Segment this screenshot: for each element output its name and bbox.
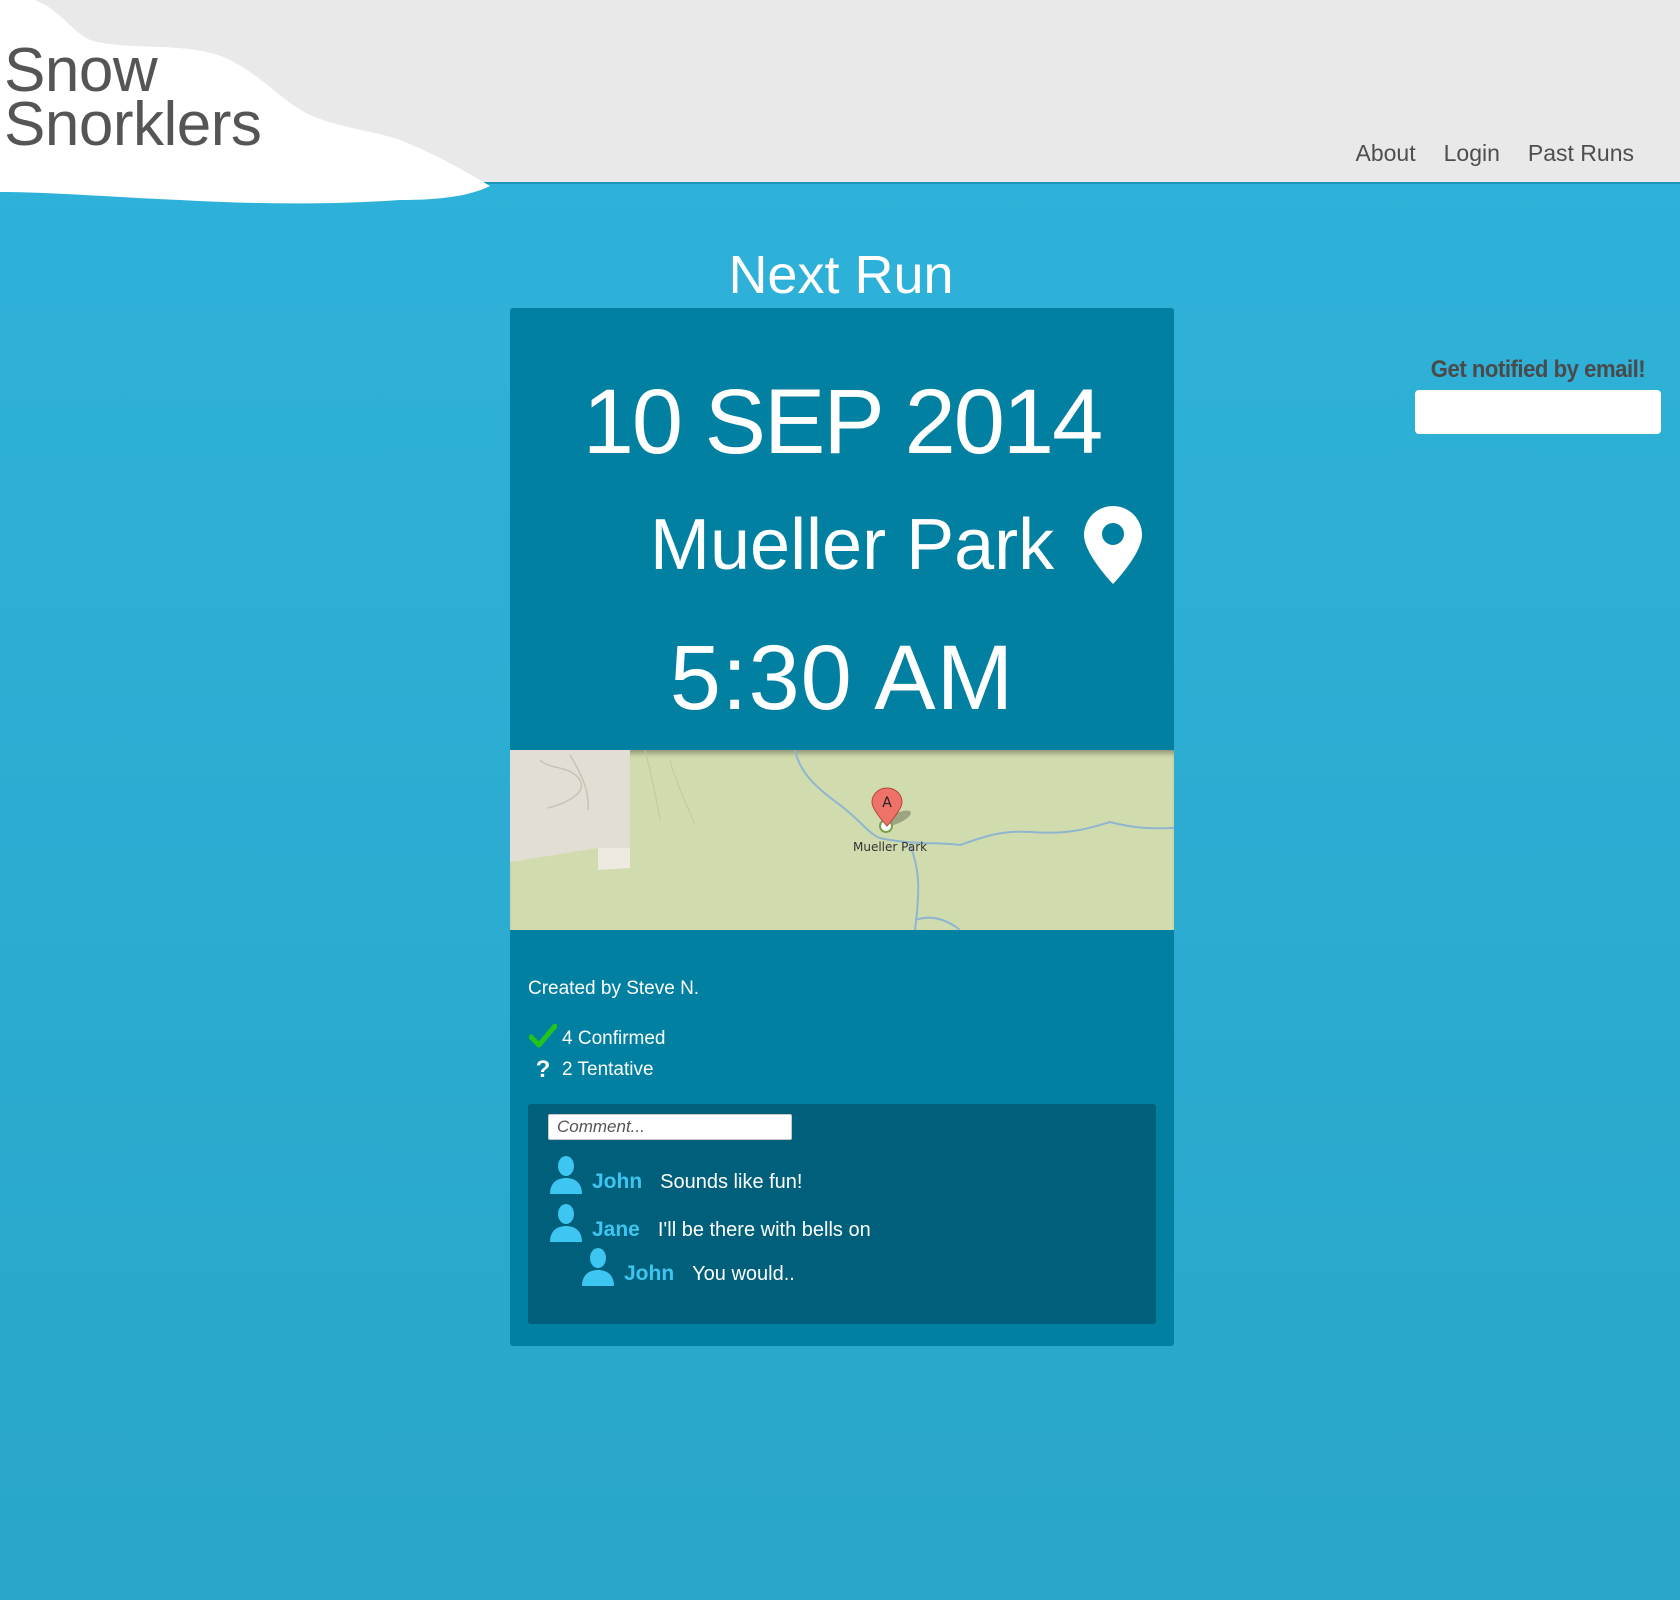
comments-panel: John Sounds like fun! Jane I'll be there… [528, 1104, 1156, 1324]
next-run-card: 10 SEP 2014 Mueller Park 5:30 AM A Muell… [510, 308, 1174, 1346]
checkmark-icon [528, 1023, 558, 1054]
map-graphic: A [510, 750, 1174, 930]
email-notify-widget: Get notified by email! [1415, 356, 1661, 434]
main-nav: About Login Past Runs [1356, 140, 1635, 167]
logo-line-2: Snorklers [4, 90, 262, 159]
comment-author[interactable]: John [624, 1262, 674, 1286]
confirmed-label: 4 Confirmed [562, 1028, 666, 1049]
run-date: 10 SEP 2014 [582, 371, 1104, 473]
map-place-label: Mueller Park [853, 840, 928, 854]
run-creator: Created by Steve N. [528, 978, 700, 999]
run-location: Mueller Park [650, 504, 1144, 586]
question-mark-icon: ? [535, 1056, 551, 1083]
comment-author[interactable]: John [592, 1170, 642, 1194]
comment-item: John Sounds like fun! [548, 1154, 803, 1194]
nav-about-link[interactable]: About [1356, 140, 1416, 167]
tentative-count[interactable]: ? 2 Tentative [528, 1056, 654, 1084]
comment-text: Sounds like fun! [660, 1171, 803, 1193]
comment-reply-item: John You would.. [580, 1246, 795, 1286]
comment-text: I'll be there with bells on [657, 1219, 871, 1241]
site-header: Snow Snorklers About Login Past Runs [0, 0, 1680, 204]
comment-item: Jane I'll be there with bells on [548, 1202, 871, 1242]
map-marker-letter: A [882, 795, 892, 811]
run-map[interactable]: A Mueller Park [510, 750, 1174, 930]
email-notify-label: Get notified by email! [1430, 356, 1646, 383]
confirmed-count[interactable]: 4 Confirmed [528, 1023, 666, 1054]
user-icon [550, 1156, 582, 1194]
site-logo[interactable]: Snow Snorklers [4, 40, 262, 159]
comment-input[interactable] [548, 1114, 792, 1140]
comment-author[interactable]: Jane [592, 1218, 640, 1242]
run-time: 5:30 AM [669, 627, 1015, 729]
page-title: Next Run [0, 244, 1680, 306]
nav-login-link[interactable]: Login [1444, 140, 1500, 167]
nav-past-runs-link[interactable]: Past Runs [1528, 140, 1634, 167]
user-icon [582, 1248, 614, 1286]
user-icon [550, 1204, 582, 1242]
comment-text: You would.. [692, 1263, 795, 1285]
page-title-text: Next Run [728, 245, 954, 305]
tentative-label: 2 Tentative [562, 1059, 654, 1080]
email-field[interactable] [1415, 390, 1661, 434]
location-pin-icon[interactable] [1082, 504, 1144, 586]
run-location-name: Mueller Park [650, 505, 1055, 585]
